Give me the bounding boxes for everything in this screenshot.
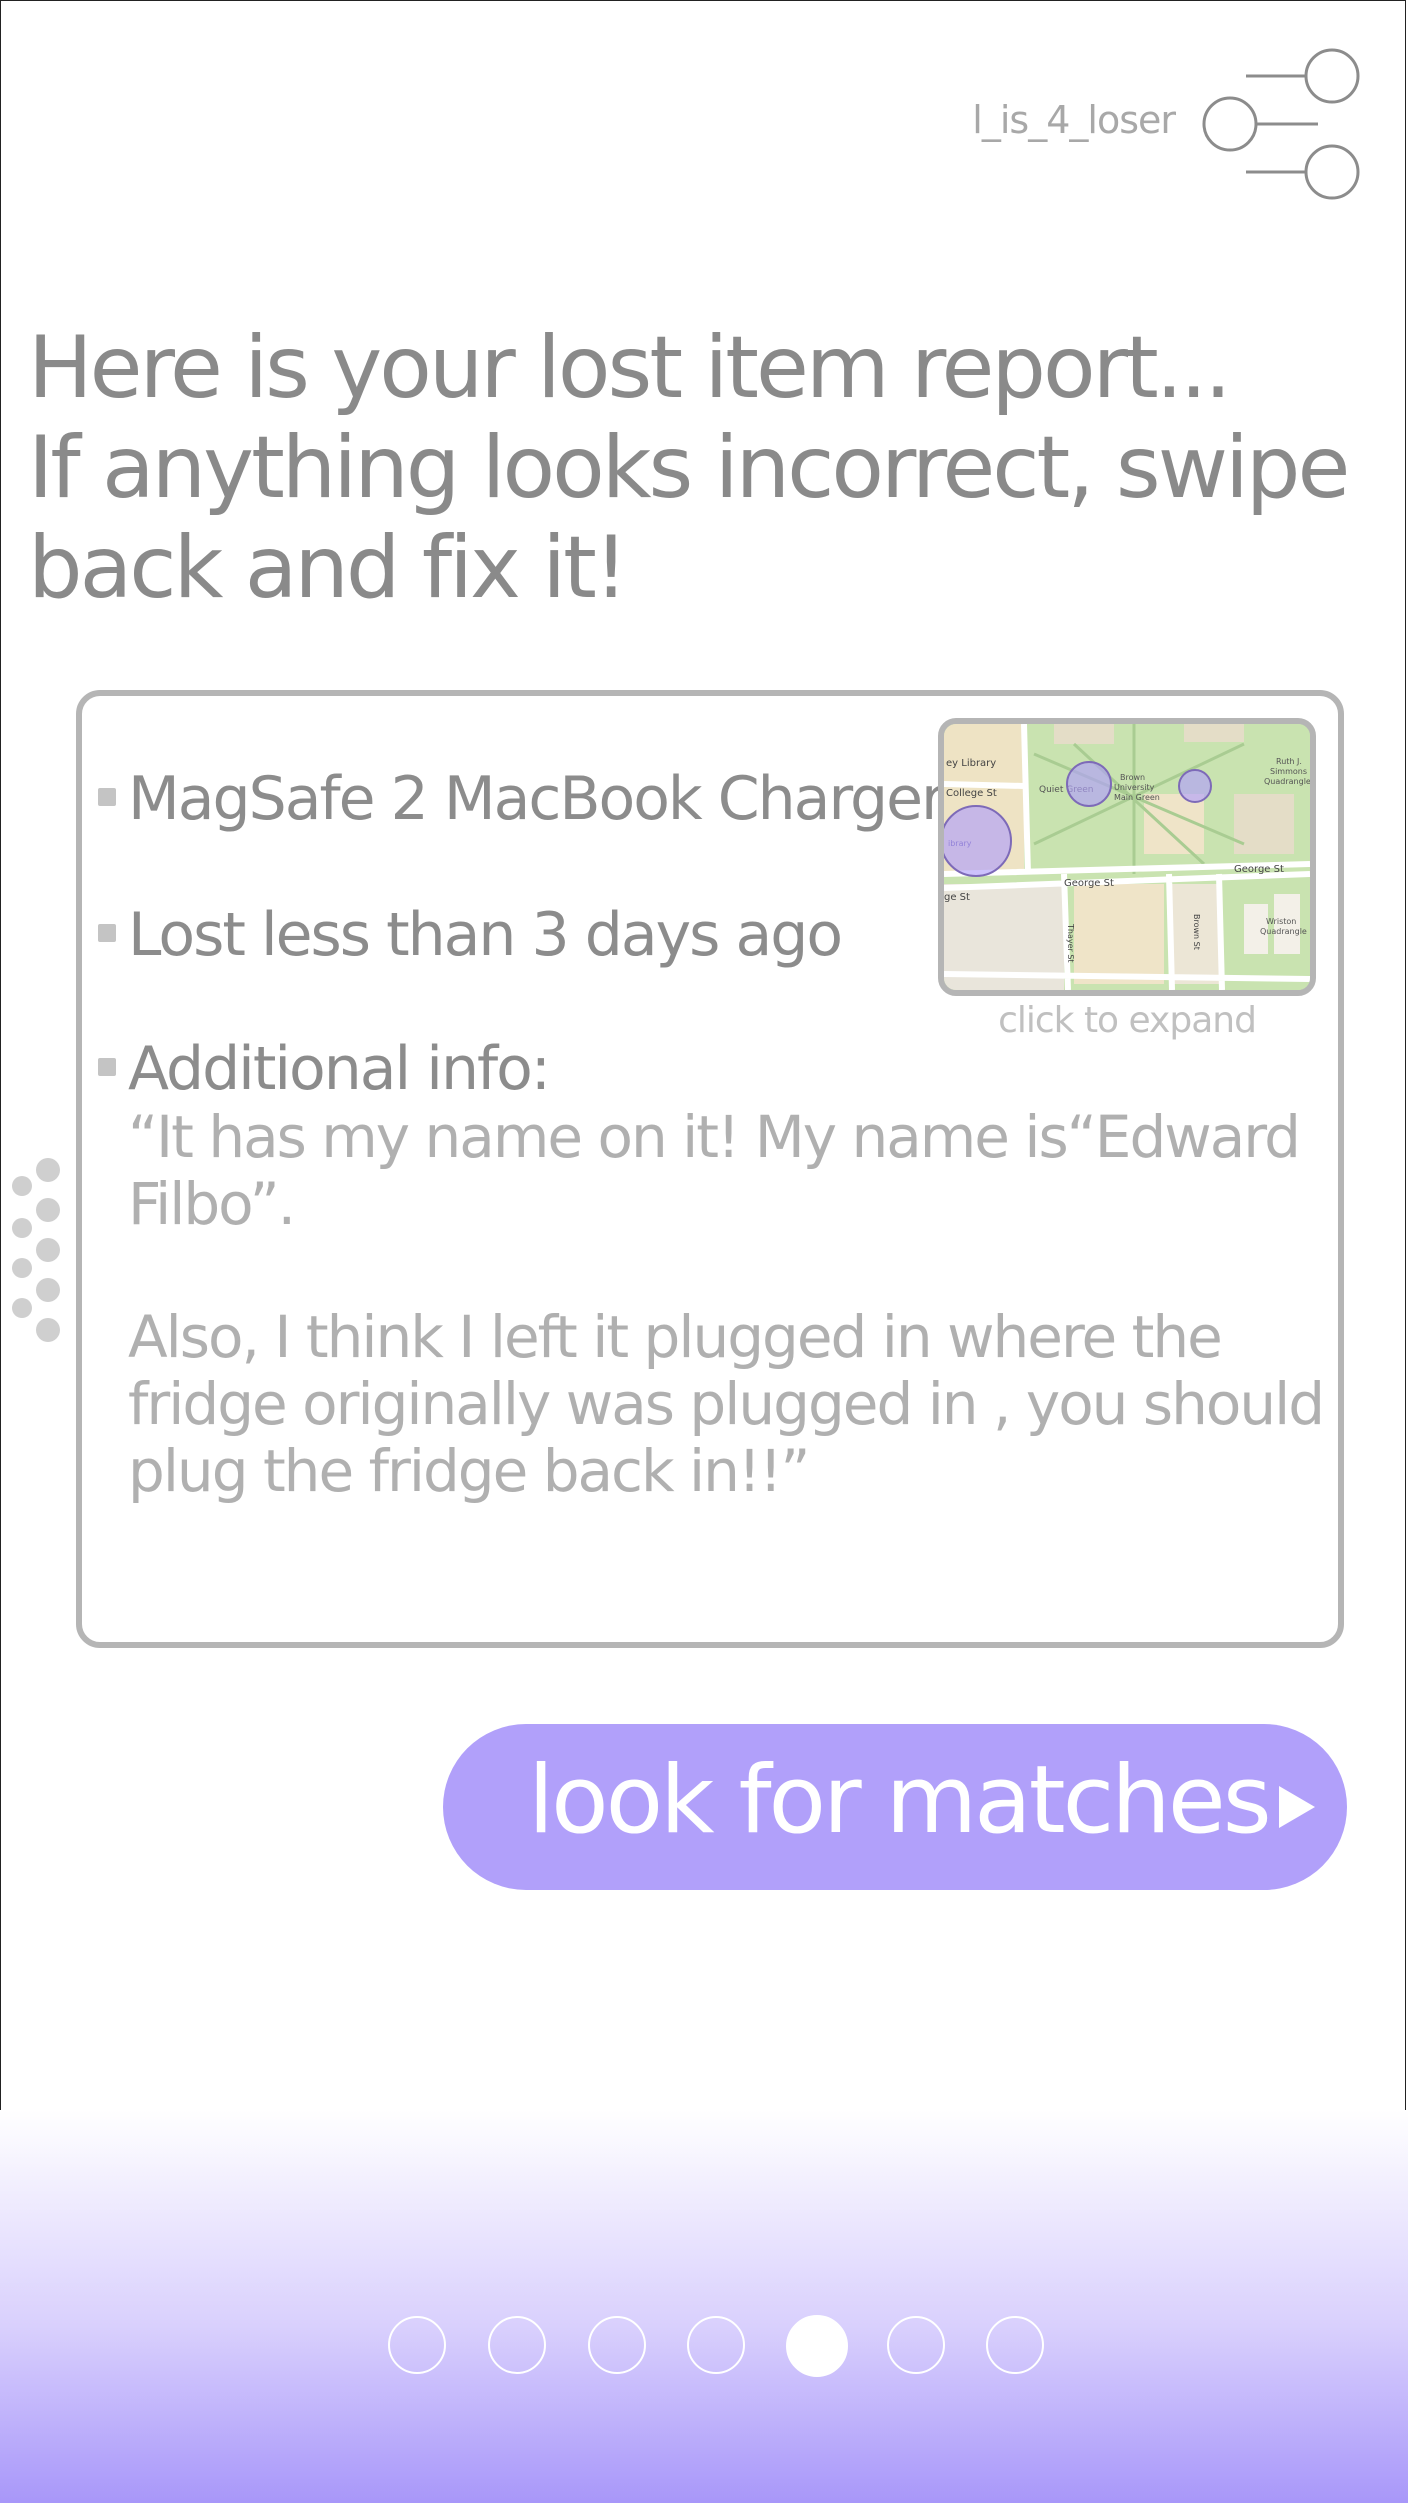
bullet-icon — [98, 1058, 116, 1076]
bullet-icon — [98, 924, 116, 942]
title-line-3: back and fix it! — [28, 518, 628, 618]
item-name: MagSafe 2 MacBook Charger — [128, 764, 946, 834]
page-dot-4[interactable] — [687, 2316, 745, 2374]
page-dot-7[interactable] — [986, 2316, 1044, 2374]
drag-handle-icon[interactable] — [8, 1156, 68, 1346]
additional-info-label: Additional info: — [128, 1034, 551, 1104]
look-for-matches-button[interactable]: look for matches — [443, 1724, 1347, 1890]
page-title: Here is your lost item report... If anyt… — [28, 318, 1388, 618]
map-label-thayer: Thayer St — [1066, 923, 1075, 963]
map-label-wriston-1: Wriston — [1266, 917, 1296, 926]
location-map[interactable]: ey Library College St Quiet Green Brown … — [938, 718, 1316, 996]
page-dot-1[interactable] — [388, 2316, 446, 2374]
location-circle-large — [944, 805, 1012, 877]
footer-gradient — [0, 2110, 1408, 2503]
bullet-icon — [98, 788, 116, 806]
map-label-brown-1: Brown — [1120, 773, 1145, 782]
page-dot-5-active[interactable] — [786, 2315, 848, 2377]
location-circle-small — [1178, 769, 1212, 803]
map-label-library: ey Library — [946, 758, 996, 769]
username-label: l_is_4_loser — [972, 98, 1176, 142]
map-label-george-2: George St — [1234, 864, 1284, 875]
time-lost: Lost less than 3 days ago — [128, 900, 843, 970]
map-label-college: College St — [946, 788, 997, 799]
map-label-ruth-2: Simmons — [1270, 767, 1307, 776]
map-label-george-1: George St — [1064, 878, 1114, 889]
map-label-ruth-1: Ruth J. — [1276, 757, 1302, 766]
expand-map-link[interactable]: click to expand — [938, 1000, 1316, 1041]
note-line: Also, I think I left it plugged in where… — [128, 1303, 1223, 1371]
title-line-1: Here is your lost item report... — [28, 318, 1232, 418]
map-label-george-3: ge St — [944, 892, 970, 903]
note-line: “It has my name on it! My name is“Edward — [128, 1103, 1301, 1171]
map-label-ruth-3: Quadrangle — [1264, 777, 1310, 786]
map-label-brown-3: Main Green — [1114, 793, 1160, 802]
title-line-2: If anything looks incorrect, swipe — [28, 418, 1350, 518]
play-arrow-icon — [1279, 1786, 1315, 1828]
map-label-brown-2: University — [1114, 783, 1155, 792]
map-label-brown-st: Brown St — [1192, 914, 1201, 950]
page-dot-3[interactable] — [588, 2316, 646, 2374]
note-line: Filbo”. — [128, 1170, 296, 1238]
additional-info-text: “It has my name on it! My name is“Edward… — [128, 1103, 1301, 1238]
map-label-wriston-2: Quadrangle — [1260, 927, 1307, 936]
page-indicator — [388, 2315, 1048, 2380]
page-dot-2[interactable] — [488, 2316, 546, 2374]
note-line: fridge originally was plugged in , you s… — [128, 1370, 1325, 1438]
page-dot-6[interactable] — [887, 2316, 945, 2374]
look-for-matches-label: look for matches — [528, 1746, 1272, 1855]
settings-sliders-icon[interactable] — [1196, 44, 1366, 206]
note-line: plug the fridge back in!!” — [128, 1437, 810, 1505]
location-circle-medium — [1066, 761, 1112, 807]
additional-info-text: Also, I think I left it plugged in where… — [128, 1303, 1325, 1505]
